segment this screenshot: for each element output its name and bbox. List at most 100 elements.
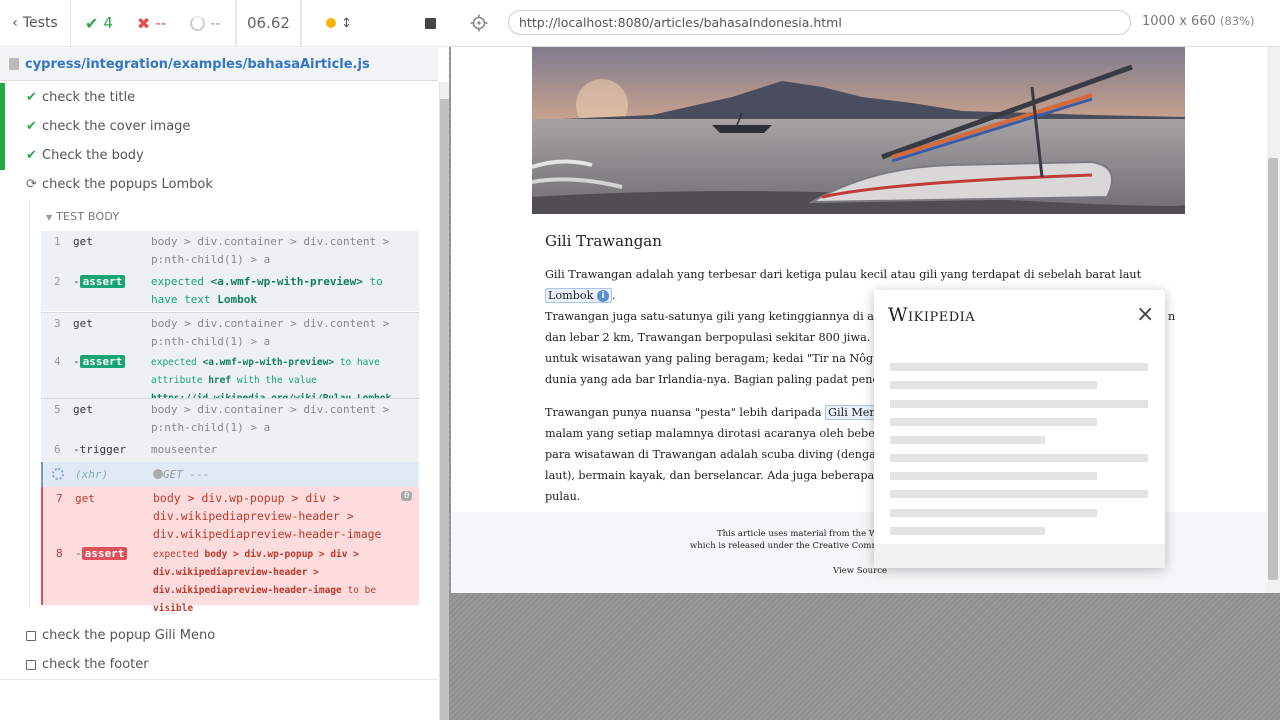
command-number: 4 — [54, 355, 61, 368]
command-row[interactable]: 3 get body > div.container > div.content… — [41, 313, 419, 351]
command-name: get — [73, 235, 93, 248]
command-message: expected <a.wmf-wp-with-preview> to have… — [151, 275, 383, 306]
loading-placeholder — [890, 490, 1148, 498]
pending-circle-icon — [190, 15, 206, 31]
x-icon: ✖ — [136, 13, 151, 33]
stats-bar: ‹ Tests ✔ 4 ✖ -- -- 06.62 ↕ — [0, 0, 450, 47]
reporter-scroll-thumb[interactable] — [440, 99, 449, 720]
failed-value: -- — [155, 14, 167, 32]
lombok-link[interactable]: Lombok i — [545, 288, 613, 303]
command-message: body > div.container > div.content > p:n… — [151, 403, 390, 434]
command-row[interactable]: 4 - assert expected <a.wmf-wp-with-previe… — [41, 351, 419, 404]
stop-button[interactable] — [425, 17, 436, 29]
cover-image — [532, 47, 1185, 214]
command-number: 5 — [54, 403, 61, 416]
command-name: get — [73, 317, 93, 330]
passed-count: ✔ 4 — [71, 0, 127, 47]
failed-count: ✖ -- — [127, 0, 176, 47]
spec-path-text: cypress/integration/examples/bahasaAirti… — [25, 56, 370, 72]
status-dot-icon — [153, 469, 163, 479]
test-item-check-popups-lombok[interactable]: ⟳ check the popups Lombok — [0, 170, 438, 199]
loading-placeholder — [890, 381, 1097, 389]
check-icon: ✔ — [26, 148, 37, 163]
loading-placeholder — [890, 400, 1148, 408]
selector-playground-icon[interactable] — [470, 14, 488, 32]
loading-placeholder — [890, 418, 1097, 426]
tests-label: Tests — [22, 15, 58, 31]
command-number: 6 — [54, 443, 61, 456]
command-row[interactable]: 6 -trigger mouseenter — [41, 437, 419, 462]
assert-label: assert — [79, 355, 126, 368]
command-row[interactable]: 5 get body > div.container > div.content… — [41, 399, 419, 437]
auto-scroll-toggle[interactable]: ↕ — [326, 16, 352, 31]
command-message: mouseenter — [151, 443, 218, 456]
app-scroll-thumb[interactable] — [1268, 158, 1278, 580]
loading-placeholder — [890, 527, 1045, 535]
running-dot-icon — [326, 18, 336, 28]
test-title: Check the body — [42, 148, 144, 163]
test-item-check-footer[interactable]: check the footer — [0, 650, 438, 679]
test-title: check the cover image — [42, 119, 191, 134]
assert-label: assert — [79, 275, 126, 288]
popup-footer — [874, 544, 1165, 568]
command-name: get — [75, 492, 95, 505]
test-title: check the popup Gili Meno — [42, 628, 216, 643]
command-number: 2 — [54, 275, 61, 288]
pending-count: -- — [176, 0, 236, 47]
reporter-panel: ‹ Tests ✔ 4 ✖ -- -- 06.62 ↕ cypress/inte… — [0, 0, 450, 720]
test-title: check the footer — [42, 657, 149, 672]
assert-label: assert — [81, 547, 128, 560]
check-icon: ✔ — [26, 90, 37, 105]
element-count-badge: 0 — [401, 491, 413, 501]
check-icon: ✔ — [26, 119, 37, 134]
checkbox-icon — [26, 659, 36, 670]
command-message: expected body > div.wp-popup > div > div… — [153, 549, 377, 614]
wikipedia-preview-popup: Wikipedia × — [874, 290, 1165, 568]
test-title: check the popups Lombok — [42, 177, 213, 192]
footer-attribution-2: which is released under the Creative Com… — [690, 541, 891, 551]
loading-placeholder — [890, 509, 1097, 517]
test-item-check-cover[interactable]: ✔ check the cover image — [0, 112, 438, 141]
xhr-row[interactable]: (xhr) GET --- /api/rest_v1/page/summary/… — [41, 462, 419, 499]
wikipedia-logo: Wikipedia — [888, 304, 976, 326]
duration: 06.62 — [236, 0, 301, 47]
duration-value: 06.62 — [247, 14, 290, 32]
viewport-size: 1000 x 660 (83%) — [1142, 14, 1255, 29]
command-message: body > div.container > div.content > p:n… — [151, 317, 390, 348]
checkbox-icon — [26, 630, 36, 641]
assert-badge: - assert — [73, 355, 126, 368]
file-icon — [9, 58, 19, 70]
command-number: 1 — [54, 235, 61, 248]
test-item-check-popup-gili-meno[interactable]: check the popup Gili Meno — [0, 621, 438, 650]
command-row[interactable]: 2 - assert expected <a.wmf-wp-with-previe… — [41, 271, 419, 311]
url-field[interactable]: http://localhost:8080/articles/bahasaInd… — [508, 10, 1131, 35]
test-item-check-body[interactable]: ✔ Check the body — [0, 141, 438, 170]
tests-button[interactable]: ‹ Tests — [0, 0, 71, 47]
command-name: -trigger — [73, 443, 126, 456]
loading-placeholder — [890, 436, 1045, 444]
command-number: 7 — [56, 492, 63, 505]
chevron-left-icon: ‹ — [12, 15, 18, 31]
command-message: body > div.container > div.content > p:n… — [151, 235, 390, 266]
footer-attribution-1: This article uses material from the Wiki — [717, 529, 889, 539]
scroll-arrows-icon: ↕ — [341, 15, 352, 31]
command-number: 3 — [54, 317, 61, 330]
test-body-toggle[interactable]: ▼ TEST BODY — [46, 210, 119, 223]
loading-placeholder — [890, 363, 1148, 371]
check-icon: ✔ — [85, 13, 99, 33]
refresh-icon: ⟳ — [26, 177, 37, 192]
command-row[interactable]: 1 get body > div.container > div.content… — [41, 231, 419, 271]
caret-down-icon: ▼ — [46, 213, 53, 222]
command-number: 8 — [56, 547, 63, 560]
command-name: (xhr) — [75, 468, 109, 481]
close-icon[interactable]: × — [1136, 304, 1154, 326]
spec-file-path[interactable]: cypress/integration/examples/bahasaAirti… — [0, 48, 438, 81]
assert-badge: - assert — [73, 275, 126, 288]
command-name: get — [73, 403, 93, 416]
command-message: body > div.wp-popup > div > div.wikipedi… — [153, 491, 382, 541]
test-item-check-title[interactable]: ✔ check the title — [0, 83, 438, 112]
failed-command-row[interactable]: 8 - assert expected body > div.wp-popup >… — [41, 542, 419, 614]
pending-value: -- — [210, 14, 221, 32]
failed-command-row[interactable]: 7 get body > div.wp-popup > div > div.wi… — [41, 487, 419, 542]
passed-value: 4 — [103, 14, 113, 32]
